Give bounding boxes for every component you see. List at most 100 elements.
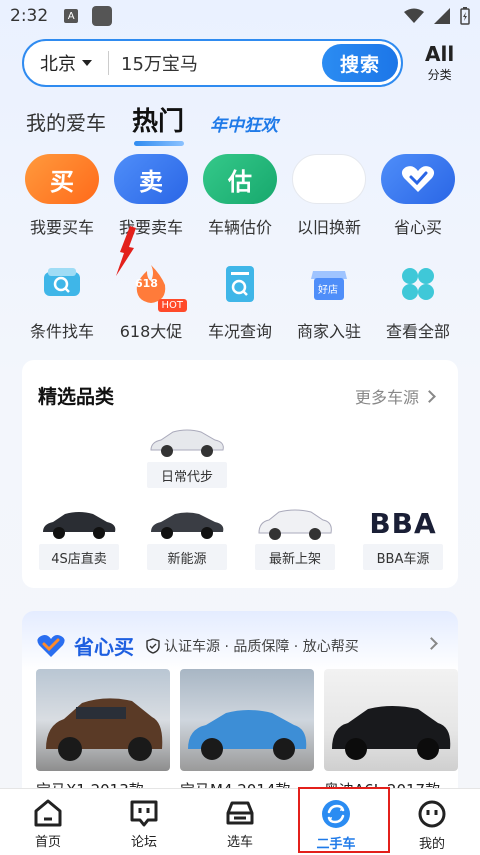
wifi-icon — [404, 8, 424, 23]
category-4s-direct[interactable]: 4S店直卖 — [38, 506, 120, 570]
report-search-icon — [218, 262, 262, 306]
buy-car-label: 我要买车 — [29, 218, 94, 237]
flame-618-text: 618 — [135, 277, 158, 290]
worry-free-subtitle: 认证车源 · 品质保障 · 放心帮买 — [164, 638, 359, 655]
tab-bar: 我的爱车 热门 年中狂欢 — [26, 100, 304, 146]
audi-a6l-photo — [324, 669, 458, 771]
white-sedan-image — [150, 429, 224, 457]
view-all-label: 查看全部 — [385, 322, 450, 341]
chevron-right-icon — [423, 389, 436, 403]
promo-618-label: 618大促 — [119, 322, 183, 341]
flame-618-icon: 618 HOT — [129, 262, 187, 312]
primary-actions-grid: 买 我要买车 卖 我要卖车 估 车辆估价 以旧换新 省心买 — [18, 154, 462, 238]
car-card-bmw-m4[interactable]: 宝马M4 2014款 — [180, 669, 314, 800]
city-selector[interactable]: 北京 — [24, 50, 92, 76]
nav-forum[interactable]: 论坛 — [96, 789, 192, 855]
nav-choose-car[interactable]: 选车 — [192, 789, 288, 855]
bottom-nav: 首页 论坛 选车 二手车 我的 — [0, 788, 480, 855]
trade-in-label: 以旧换新 — [296, 218, 361, 237]
worry-free-buy-label: 省心买 — [393, 218, 442, 237]
notification-square-icon — [92, 6, 113, 26]
category-latest[interactable]: 最新上架 — [254, 506, 336, 570]
secondary-actions-grid: 条件找车 618 HOT 618大促 车况查询 好店 商家入驻 查看全部 — [18, 262, 462, 342]
filter-search-label: 条件找车 — [29, 322, 94, 341]
view-all-button[interactable]: 查看全部 — [374, 262, 462, 342]
bmw-m4-photo — [180, 669, 314, 771]
city-label: 北京 — [40, 54, 76, 75]
sell-icon: 卖 — [114, 154, 188, 204]
heart-icon — [381, 154, 455, 204]
worry-free-buy-button[interactable]: 省心买 — [374, 154, 462, 238]
search-row: 北京 15万宝马 搜索 All 分类 — [22, 38, 462, 88]
shield-check-icon — [146, 637, 160, 654]
promo-618-button[interactable]: 618 HOT 618大促 — [107, 262, 195, 342]
caret-down-icon — [82, 60, 92, 66]
shop-icon-text: 好店 — [318, 285, 338, 296]
forum-icon — [130, 800, 158, 827]
dark-ev-image — [151, 512, 224, 539]
worry-free-card: 省心买 认证车源 · 品质保障 · 放心帮买 宝马X1 2013款 宝马M4 2… — [22, 611, 458, 811]
buy-icon: 买 — [25, 154, 99, 204]
car-search-icon — [40, 262, 84, 306]
highlight-box-annotation — [298, 787, 390, 853]
grid-clover-icon — [396, 262, 440, 306]
condition-check-button[interactable]: 车况查询 — [196, 262, 284, 342]
bmw-x1-photo — [36, 669, 170, 771]
all-categories-big-label: All — [425, 41, 455, 66]
search-box[interactable]: 北京 15万宝马 搜索 — [22, 39, 403, 87]
valuation-icon: 估 — [203, 154, 277, 204]
condition-check-label: 车况查询 — [207, 322, 272, 341]
battery-icon — [460, 7, 470, 25]
worry-free-chevron-icon[interactable] — [425, 637, 438, 650]
white-suv-image — [258, 509, 332, 540]
bba-logo: BBA — [369, 507, 437, 540]
signal-icon — [434, 8, 450, 24]
nav-home[interactable]: 首页 — [0, 789, 96, 855]
category-bba-label: BBA车源 — [363, 544, 443, 570]
filter-search-button[interactable]: 条件找车 — [18, 262, 106, 342]
notification-a-icon: A — [64, 9, 79, 23]
worry-free-title: 省心买 — [74, 635, 134, 659]
category-latest-label: 最新上架 — [255, 544, 335, 570]
trade-in-button[interactable]: 以旧换新 — [285, 154, 373, 238]
nav-choose-car-label: 选车 — [226, 835, 253, 850]
black-sedan-image — [43, 512, 116, 539]
category-bba[interactable]: BBA BBA车源 — [362, 506, 444, 570]
search-button[interactable]: 搜索 — [322, 44, 398, 82]
tab-active-underline — [134, 141, 184, 146]
home-icon — [34, 799, 62, 827]
tab-hot-label: 热门 — [132, 107, 185, 137]
selected-categories-title: 精选品类 — [38, 386, 115, 408]
worry-free-header: 省心买 认证车源 · 品质保障 · 放心帮买 — [36, 631, 359, 660]
buy-car-button[interactable]: 买 我要买车 — [18, 154, 106, 238]
worry-free-heart-icon — [37, 634, 65, 657]
all-categories-button[interactable]: All 分类 — [425, 44, 454, 83]
car-card-bmw-x1[interactable]: 宝马X1 2013款 — [36, 669, 170, 800]
more-cars-label: 更多车源 — [354, 388, 419, 407]
dealer-join-button[interactable]: 好店 商家入驻 — [285, 262, 373, 342]
nav-profile-label: 我的 — [418, 837, 445, 852]
car-front-icon — [226, 801, 254, 825]
dealer-join-label: 商家入驻 — [296, 322, 361, 341]
tab-midyear-promo[interactable]: 年中狂欢 — [210, 111, 278, 140]
status-time: 2:32 — [10, 6, 49, 26]
car-card-audi-a6l[interactable]: 奥迪A6L 2017款 — [324, 669, 458, 800]
category-daily-commute[interactable]: 日常代步 — [146, 424, 228, 488]
car-valuation-label: 车辆估价 — [207, 218, 272, 237]
car-photo-list: 宝马X1 2013款 宝马M4 2014款 奥迪A6L 2017款 — [36, 669, 458, 800]
category-daily-commute-label: 日常代步 — [147, 462, 227, 488]
tab-hot[interactable]: 热门 — [132, 101, 185, 146]
search-divider — [108, 51, 109, 75]
car-valuation-button[interactable]: 估 车辆估价 — [196, 154, 284, 238]
more-cars-link[interactable]: 更多车源 — [354, 384, 436, 408]
worry-free-subtitle-wrap: 认证车源 · 品质保障 · 放心帮买 — [146, 636, 359, 656]
selected-categories-card: 精选品类 更多车源 日常代步 4S店直卖 新能源 最新上架 BBA BBA车源 — [22, 360, 458, 588]
hot-badge: HOT — [157, 299, 187, 312]
tab-my-car[interactable]: 我的爱车 — [26, 107, 106, 140]
shop-icon: 好店 — [307, 262, 351, 306]
nav-profile[interactable]: 我的 — [384, 789, 480, 855]
category-new-energy[interactable]: 新能源 — [146, 506, 228, 570]
category-new-energy-label: 新能源 — [147, 544, 227, 570]
all-categories-small-label: 分类 — [427, 67, 452, 82]
nav-forum-label: 论坛 — [130, 835, 157, 850]
